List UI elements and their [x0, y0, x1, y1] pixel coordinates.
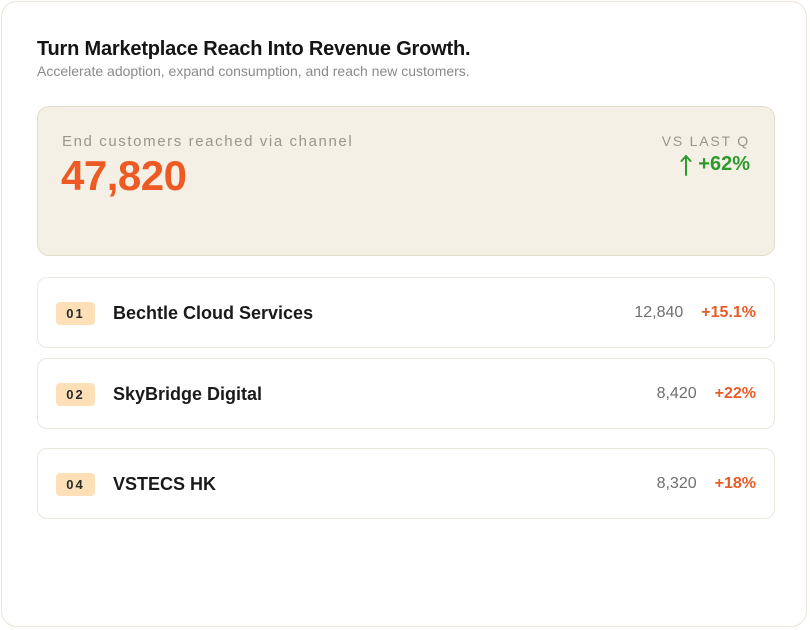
partner-change: +18%: [714, 475, 756, 492]
page-subtitle: Accelerate adoption, expand consumption,…: [37, 63, 470, 79]
summary-label: End customers reached via channel: [62, 133, 354, 150]
partner-row[interactable]: 04 VSTECS HK 8,320 +18%: [37, 448, 775, 519]
partner-name: SkyBridge Digital: [113, 384, 263, 404]
compare-label: VS LAST Q: [661, 133, 750, 149]
page-title: Turn Marketplace Reach Into Revenue Grow…: [37, 38, 471, 60]
partner-count: 8,420: [656, 385, 697, 402]
partner-change: +15.1%: [701, 304, 756, 321]
partner-stats: 8,420 +22%: [657, 385, 756, 403]
compare-value-text: +62%: [698, 153, 750, 175]
revenue-growth-card: Turn Marketplace Reach Into Revenue Grow…: [1, 1, 807, 627]
partner-name: Bechtle Cloud Services: [113, 303, 314, 323]
compare-value: +62%: [680, 153, 750, 176]
partner-name: VSTECS HK: [113, 474, 217, 494]
summary-value: 47,820: [61, 152, 187, 199]
partner-count: 12,840: [634, 304, 684, 321]
rank-badge: 01: [56, 302, 95, 325]
partner-change: +22%: [714, 385, 756, 402]
partner-row[interactable]: 01 Bechtle Cloud Services 12,840 +15.1%: [37, 277, 775, 348]
partner-row[interactable]: 02 SkyBridge Digital 8,420 +22%: [37, 358, 775, 429]
rank-badge: 02: [56, 383, 95, 406]
rank-badge: 04: [56, 473, 95, 496]
summary-panel: End customers reached via channel 47,820…: [37, 106, 775, 256]
arrow-up-icon: [680, 154, 692, 176]
partner-count: 8,320: [656, 475, 697, 492]
partner-stats: 12,840 +15.1%: [634, 304, 756, 322]
partner-stats: 8,320 +18%: [657, 475, 756, 493]
